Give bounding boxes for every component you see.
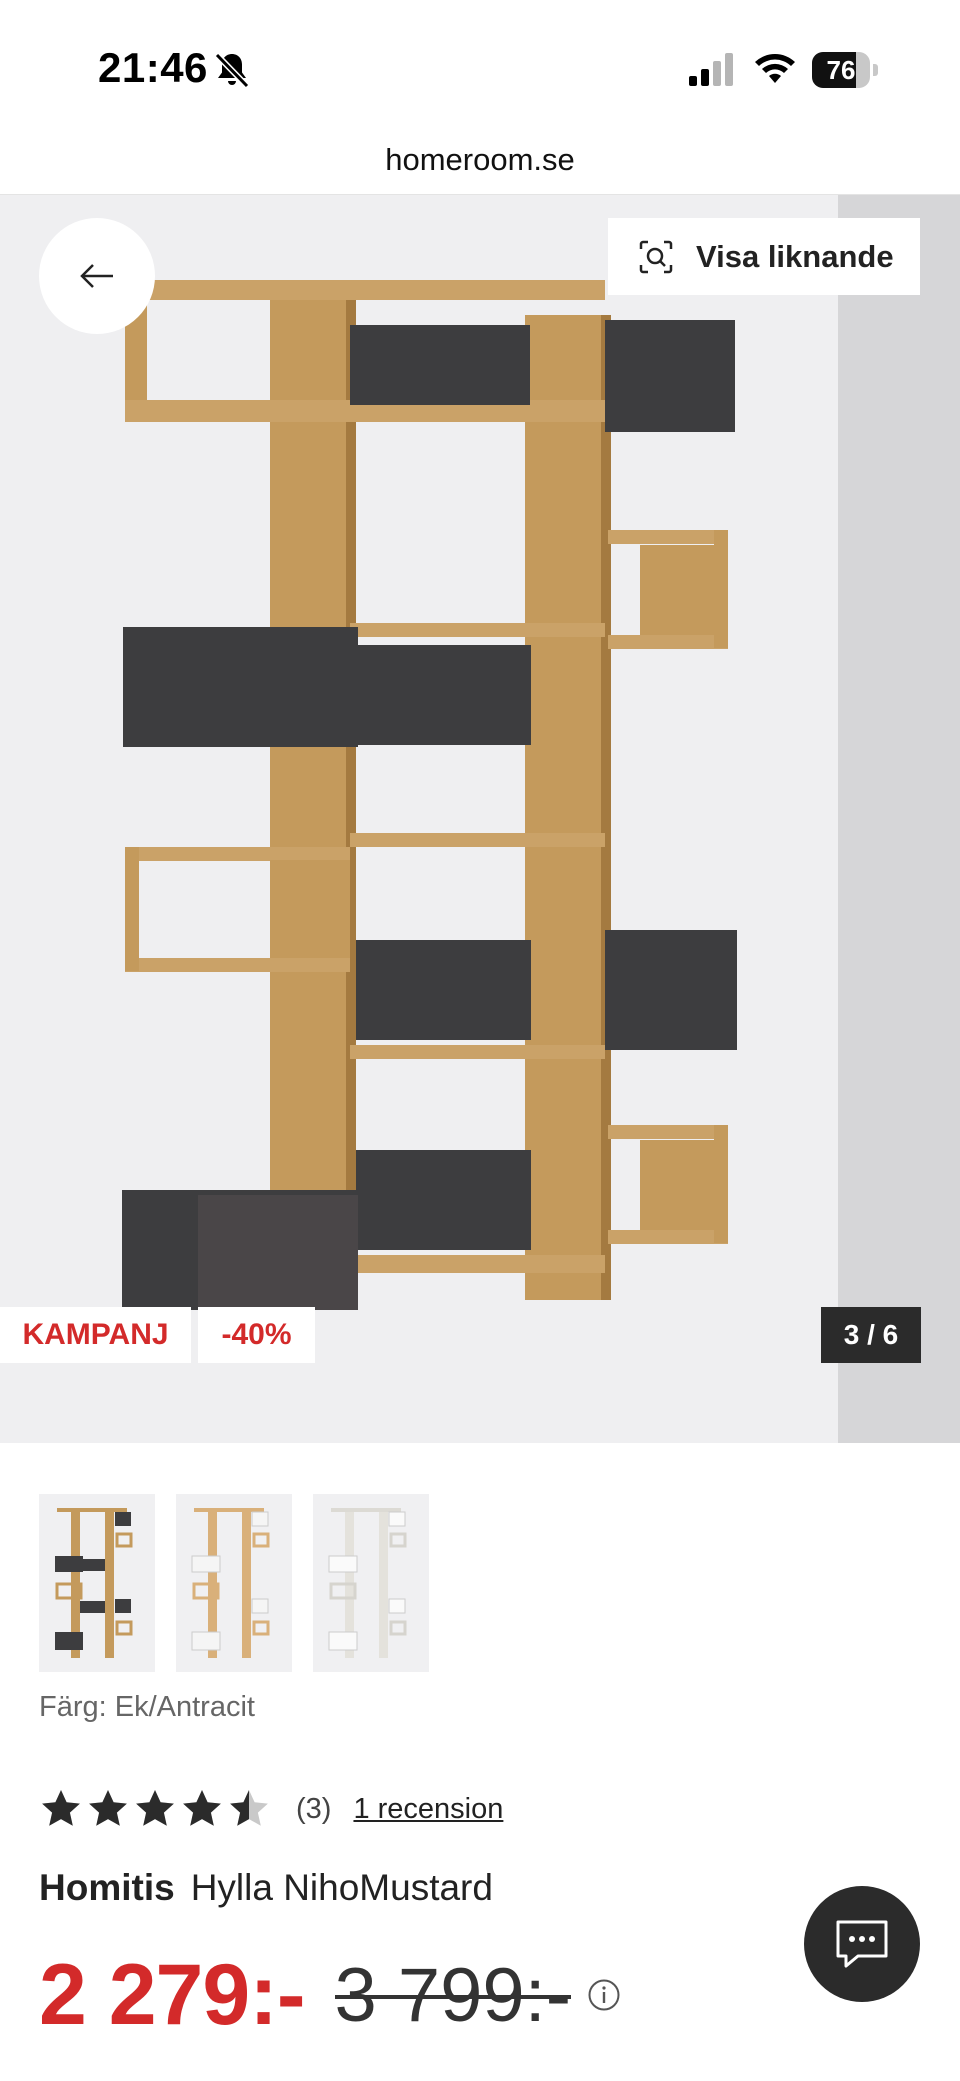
rating-stars bbox=[39, 1787, 274, 1831]
star-icon bbox=[42, 1790, 80, 1826]
product-image-gallery[interactable]: Visa liknande KAMPANJ -40% 3 / 6 bbox=[0, 195, 960, 1443]
status-bar: 21:46 76 bbox=[0, 0, 960, 120]
rating-count: (3) bbox=[296, 1792, 332, 1825]
wifi-icon bbox=[755, 54, 795, 83]
battery-icon: 76 bbox=[812, 52, 878, 88]
back-button[interactable] bbox=[39, 218, 155, 334]
product-rating: (3) 1 recension bbox=[39, 1784, 503, 1834]
battery-level: 76 bbox=[826, 55, 856, 85]
variant-thumbnail-white[interactable] bbox=[313, 1494, 429, 1672]
star-icon bbox=[230, 1790, 268, 1826]
star-icon bbox=[136, 1790, 174, 1826]
product-image bbox=[122, 280, 737, 1310]
variant-thumbnail-oak-white[interactable] bbox=[176, 1494, 292, 1672]
star-icon bbox=[89, 1790, 127, 1826]
address-bar[interactable]: homeroom.se bbox=[0, 120, 960, 196]
status-time: 21:46 bbox=[98, 44, 208, 91]
price-strikethrough bbox=[334, 1995, 572, 1999]
campaign-badge: KAMPANJ bbox=[0, 1307, 191, 1363]
bell-slash-icon bbox=[214, 52, 250, 89]
variant-thumbnail-oak-anthracite[interactable] bbox=[39, 1494, 155, 1672]
image-counter: 3 / 6 bbox=[821, 1307, 921, 1363]
show-similar-label: Visa liknande bbox=[696, 238, 894, 274]
star-icon bbox=[183, 1790, 221, 1826]
selected-color-label: Färg: Ek/Antracit bbox=[39, 1691, 255, 1723]
signal-icon bbox=[689, 53, 733, 86]
current-price: 2 279:- bbox=[39, 1946, 305, 2043]
product-name: Hylla NihoMustard bbox=[190, 1867, 493, 1908]
chat-icon bbox=[836, 1920, 888, 1968]
visual-search-icon bbox=[639, 240, 673, 273]
arrow-left-icon bbox=[80, 264, 113, 288]
url-text: homeroom.se bbox=[385, 142, 575, 177]
info-icon[interactable] bbox=[587, 1978, 621, 2012]
price-row: 2 279:- 3 799:- bbox=[39, 1945, 621, 2045]
product-title: Homitis Hylla NihoMustard bbox=[39, 1867, 493, 1909]
original-price: 3 799:- bbox=[334, 1952, 572, 2039]
chat-button[interactable] bbox=[804, 1886, 920, 2002]
show-similar-button[interactable]: Visa liknande bbox=[608, 218, 920, 295]
reviews-link[interactable]: 1 recension bbox=[353, 1793, 503, 1826]
product-brand: Homitis bbox=[39, 1867, 175, 1908]
discount-badge: -40% bbox=[198, 1307, 315, 1363]
